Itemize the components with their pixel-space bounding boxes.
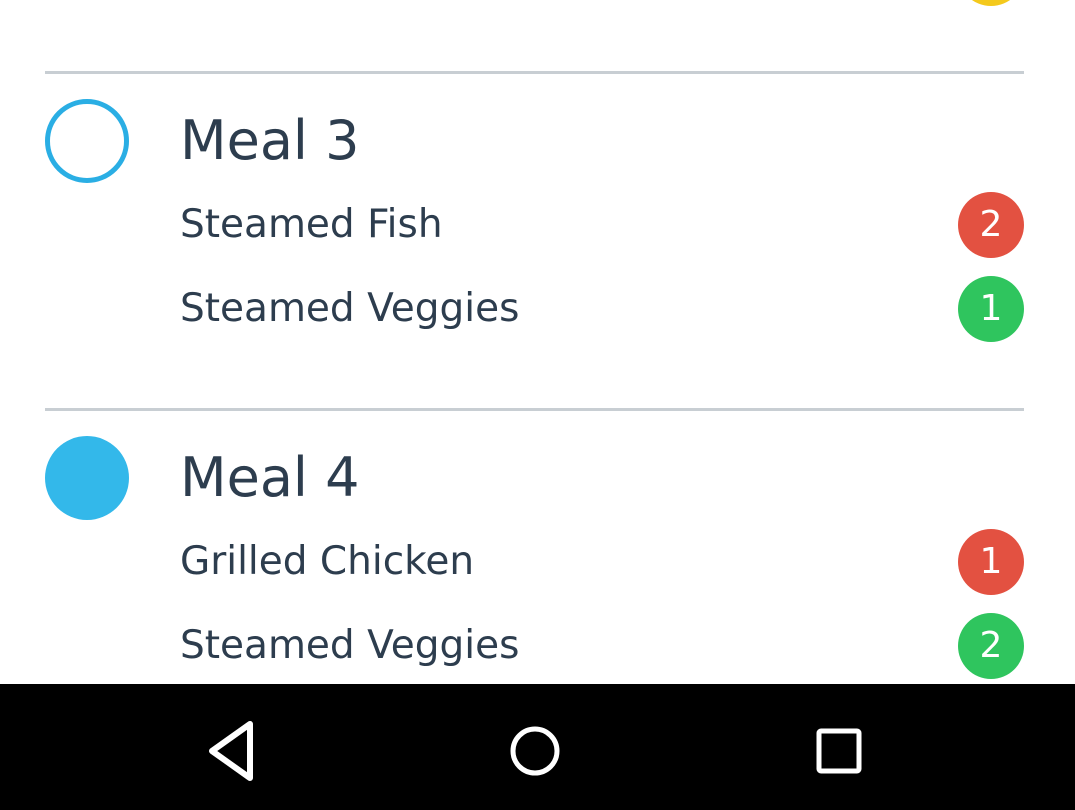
quantity-badge: 1 bbox=[958, 529, 1024, 595]
divider bbox=[45, 71, 1024, 74]
food-name: Steamed Fish bbox=[180, 202, 443, 247]
food-name: Steamed Veggies bbox=[180, 286, 520, 331]
filled-circle-icon[interactable] bbox=[45, 436, 129, 520]
back-button[interactable] bbox=[190, 706, 280, 796]
home-circle-icon bbox=[510, 726, 560, 776]
recents-square-icon bbox=[816, 728, 862, 774]
meal-list: Meal 3 Steamed Fish 2 Steamed Veggies 1 … bbox=[0, 0, 1075, 684]
back-triangle-icon bbox=[209, 721, 253, 781]
quantity-badge: 2 bbox=[958, 613, 1024, 679]
navigation-bar bbox=[0, 684, 1075, 810]
home-button[interactable] bbox=[490, 706, 580, 796]
list-item[interactable]: Grilled Chicken 1 bbox=[180, 529, 1024, 595]
food-name: Grilled Chicken bbox=[180, 539, 475, 584]
phone-screen: Meal 3 Steamed Fish 2 Steamed Veggies 1 … bbox=[0, 0, 1075, 810]
list-item[interactable]: Steamed Fish 2 bbox=[180, 192, 1024, 258]
recents-button[interactable] bbox=[794, 706, 884, 796]
divider bbox=[45, 408, 1024, 411]
meal-title: Meal 4 bbox=[180, 446, 360, 509]
empty-circle-icon[interactable] bbox=[45, 99, 129, 183]
list-item[interactable]: Steamed Veggies 1 bbox=[180, 276, 1024, 342]
quantity-badge: 1 bbox=[958, 276, 1024, 342]
quantity-badge-partial bbox=[958, 0, 1024, 6]
list-item[interactable]: Steamed Veggies 2 bbox=[180, 613, 1024, 679]
meal-title: Meal 3 bbox=[180, 109, 360, 172]
quantity-badge: 2 bbox=[958, 192, 1024, 258]
food-name: Steamed Veggies bbox=[180, 623, 520, 668]
